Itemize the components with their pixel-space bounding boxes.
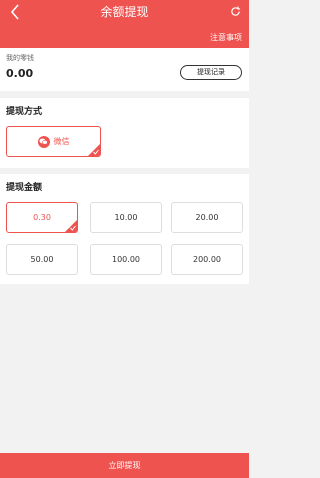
amount-option-label: 50.00 [30,255,54,264]
wechat-option[interactable]: 微信 [6,126,101,157]
refresh-icon [230,6,240,16]
checkmark-icon [70,225,76,231]
header-bar: 余额提现 注意事项 [0,0,249,48]
withdraw-record-button[interactable]: 提现记录 [180,65,242,80]
amount-option-label: 200.00 [193,255,221,264]
wechat-icon [37,135,50,148]
submit-withdraw-button[interactable]: 立即提现 [0,453,249,478]
wechat-label: 微信 [53,136,70,146]
withdraw-method-section: 提现方式 微信 [0,98,249,168]
amount-option-label: 0.30 [33,213,51,222]
refresh-button[interactable] [228,3,242,19]
amount-option[interactable]: 100.00 [90,244,162,275]
amount-option-label: 20.00 [195,213,219,222]
method-title: 提现方式 [6,107,43,117]
balance-section: 我的零钱 0.00 提现记录 [0,48,249,91]
amount-title: 提现金额 [6,183,43,193]
amount-option[interactable]: 200.00 [171,244,243,275]
amount-option[interactable]: 0.30 [6,202,78,233]
page-title: 余额提现 [100,5,149,19]
amount-option-label: 100.00 [112,255,140,264]
amount-option-label: 10.00 [114,213,138,222]
checkmark-icon [93,149,99,155]
amount-option[interactable]: 50.00 [6,244,78,275]
notice-link[interactable]: 注意事项 [210,32,242,43]
amount-option[interactable]: 10.00 [90,202,162,233]
amount-option[interactable]: 20.00 [171,202,243,233]
withdraw-amount-section: 提现金额 0.30 10.00 20.00 50.00 100.00 200.0… [0,174,249,284]
balance-value: 0.00 [6,67,34,80]
balance-label: 我的零钱 [6,54,34,62]
